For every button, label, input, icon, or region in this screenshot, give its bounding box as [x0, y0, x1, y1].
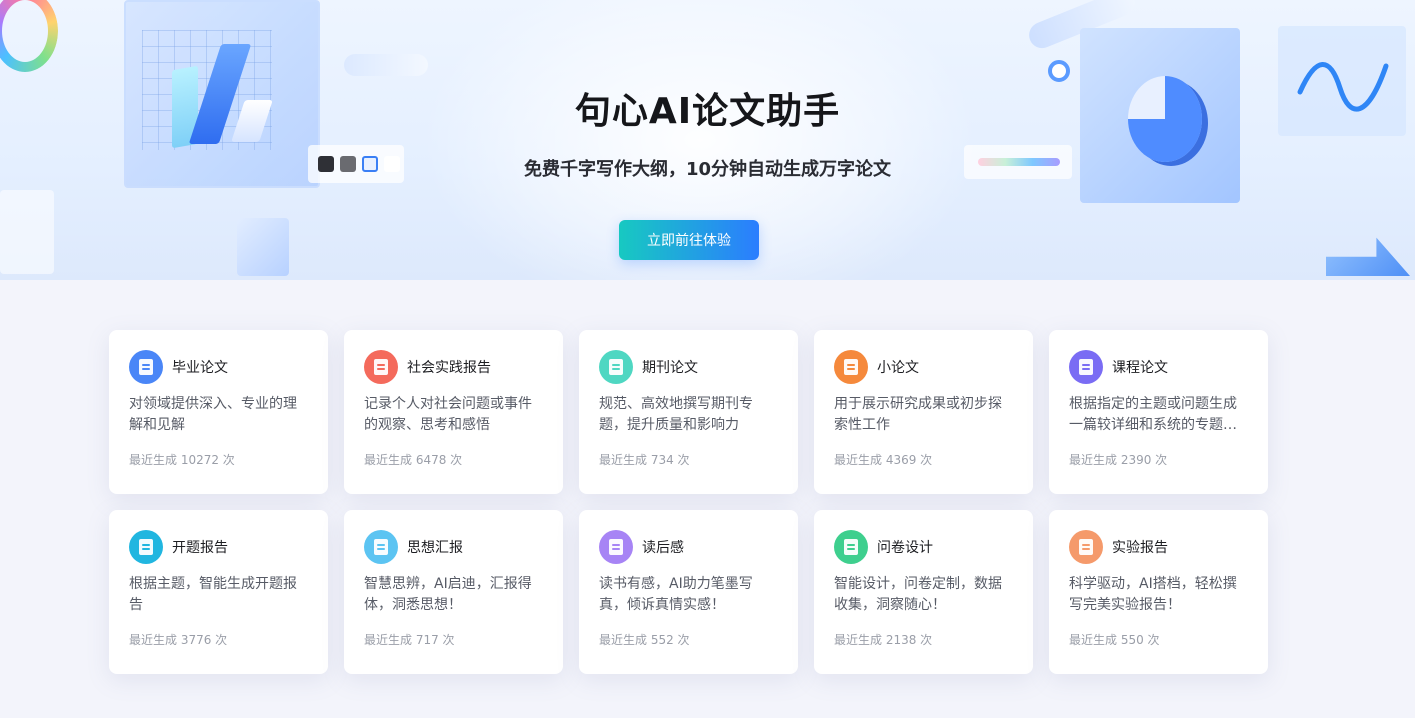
card-usage-count: 最近生成 6478 次	[364, 453, 463, 467]
book-icon	[129, 530, 163, 564]
hero-banner: 句心AI论文助手 免费千字写作大纲，10分钟自动生成万字论文 立即前往体验	[0, 0, 1415, 280]
document-icon	[129, 350, 163, 384]
card-title: 毕业论文	[172, 360, 228, 376]
card-description: 规范、高效地撰写期刊专题，提升质量和影响力	[599, 396, 753, 433]
card-description: 读书有感，AI助力笔墨写真，倾诉真情实感！	[599, 576, 753, 613]
card-description: 科学驱动，AI搭档，轻松撰写完美实验报告！	[1069, 576, 1237, 613]
image-icon	[237, 218, 289, 276]
paper-type-card[interactable]: 课程论文根据指定的主题或问题生成一篇较详细和系统的专题研究论文最近生成 2390…	[1049, 330, 1268, 494]
paper-type-card[interactable]: 社会实践报告记录个人对社会问题或事件的观察、思考和感悟最近生成 6478 次	[344, 330, 563, 494]
card-description: 对领域提供深入、专业的理解和见解	[129, 396, 297, 433]
paper-type-grid: 毕业论文 对领域提供深入、专业的理解和见解 最近生成 10272 次社会实践报告 记录…	[109, 330, 1269, 674]
card-description: 用于展示研究成果或初步探索性工作	[834, 396, 1002, 433]
card-title: 小论文	[877, 360, 919, 376]
card-usage-count: 最近生成 2390 次	[1069, 453, 1168, 467]
card-title: 问卷设计	[877, 540, 933, 556]
card-header: 问卷设计	[834, 530, 1013, 564]
arrow-icon	[1326, 237, 1410, 276]
card-title: 社会实践报告	[407, 360, 491, 376]
card-usage-count: 最近生成 10272 次	[129, 453, 235, 467]
card-usage-count: 最近生成 550 次	[1069, 633, 1160, 647]
paper-type-card[interactable]: 思想汇报智慧思辨，AI启迪，汇报得体，洞悉思想！ 最近生成 717 次	[344, 510, 563, 674]
card-description: 智能设计，问卷定制，数据收集，洞察随心！	[834, 576, 1002, 613]
decor-card	[0, 190, 54, 274]
page-title: 句心AI论文助手	[574, 91, 841, 132]
dot-icon	[1048, 60, 1070, 82]
card-description: 记录个人对社会问题或事件的观察、思考和感悟	[364, 396, 532, 433]
card-title: 开题报告	[172, 540, 228, 556]
paper-type-card[interactable]: 问卷设计智能设计，问卷定制，数据收集，洞察随心！ 最近生成 2138 次	[814, 510, 1033, 674]
card-header: 开题报告	[129, 530, 308, 564]
calendar-icon	[364, 350, 398, 384]
rainbow-ring-icon	[0, 0, 58, 72]
card-description: 智慧思辨，AI启迪，汇报得体，洞悉思想！	[364, 576, 532, 613]
report-icon	[364, 530, 398, 564]
card-title: 实验报告	[1112, 540, 1168, 556]
card-header: 社会实践报告	[364, 350, 543, 384]
card-title: 读后感	[642, 540, 684, 556]
card-header: 毕业论文	[129, 350, 308, 384]
card-title: 期刊论文	[642, 360, 698, 376]
card-header: 思想汇报	[364, 530, 543, 564]
card-usage-count: 最近生成 734 次	[599, 453, 690, 467]
card-description: 根据主题，智能生成开题报告	[129, 576, 297, 613]
card-header: 期刊论文	[599, 350, 778, 384]
journal-icon	[599, 350, 633, 384]
paper-type-card[interactable]: 毕业论文对领域提供深入、专业的理解和见解最近生成 10272 次	[109, 330, 328, 494]
card-header: 课程论文	[1069, 350, 1248, 384]
card-usage-count: 最近生成 717 次	[364, 633, 455, 647]
paper-type-card[interactable]: 实验报告科学驱动，AI搭档，轻松撰写完美实验报告！ 最近生成 550 次	[1049, 510, 1268, 674]
try-now-button[interactable]: 立即前往体验	[619, 220, 759, 260]
card-usage-count: 最近生成 2138 次	[834, 633, 933, 647]
card-header: 小论文	[834, 350, 1013, 384]
paper-type-card[interactable]: 期刊论文规范、高效地撰写期刊专题，提升质量和影响力最近生成 734 次	[579, 330, 798, 494]
survey-icon	[834, 530, 868, 564]
paper-type-card[interactable]: 开题报告根据主题，智能生成开题报告最近生成 3776 次	[109, 510, 328, 674]
card-header: 实验报告	[1069, 530, 1248, 564]
reading-icon	[599, 530, 633, 564]
paper-type-card[interactable]: 读后感读书有感，AI助力笔墨写真，倾诉真情实感！ 最近生成 552 次	[579, 510, 798, 674]
card-usage-count: 最近生成 552 次	[599, 633, 690, 647]
card-description: 根据指定的主题或问题生成一篇较详细和系统的专题研究论文	[1069, 396, 1237, 433]
tube-icon	[344, 54, 428, 76]
page-subtitle: 免费千字写作大纲，10分钟自动生成万字论文	[523, 159, 892, 180]
card-header: 读后感	[599, 530, 778, 564]
note-icon	[834, 350, 868, 384]
paper-type-card[interactable]: 小论文用于展示研究成果或初步探索性工作最近生成 4369 次	[814, 330, 1033, 494]
card-usage-count: 最近生成 4369 次	[834, 453, 933, 467]
card-usage-count: 最近生成 3776 次	[129, 633, 228, 647]
course-icon	[1069, 350, 1103, 384]
flask-icon	[1069, 530, 1103, 564]
card-title: 思想汇报	[407, 540, 463, 556]
card-title: 课程论文	[1112, 360, 1168, 376]
